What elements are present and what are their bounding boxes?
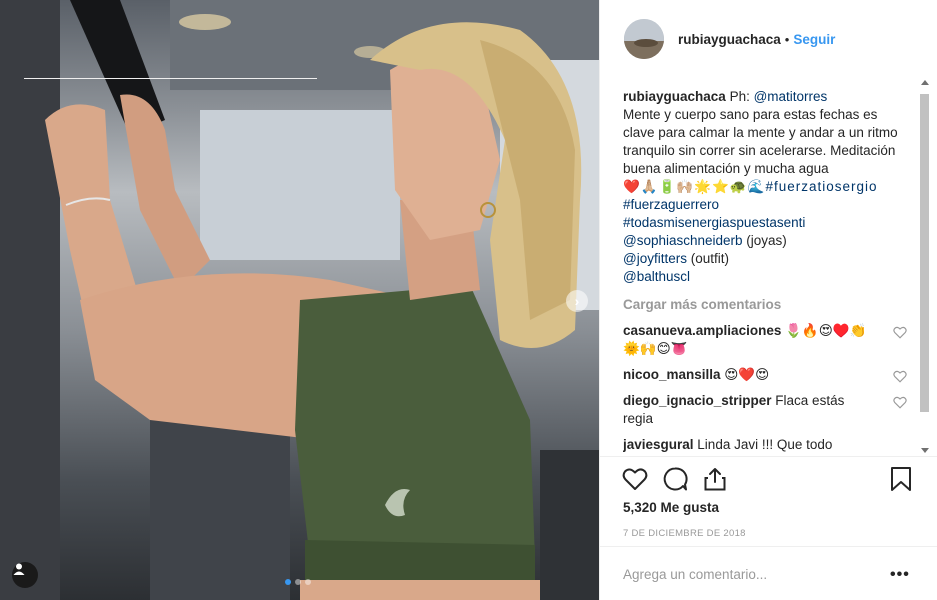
carousel-indicator	[285, 579, 311, 585]
caption-body: Mente y cuerpo sano para estas fechas es…	[623, 107, 898, 176]
header-separator: •	[784, 31, 790, 47]
hashtag-link[interactable]: #fuerzatiosergio	[765, 179, 877, 194]
comment-item: javiesgural Linda Javi !!! Que todo	[623, 436, 911, 454]
credit-line: @balthuscl	[623, 268, 911, 286]
comments-scrollbar[interactable]	[918, 80, 932, 456]
mention-link[interactable]: @balthuscl	[623, 269, 690, 284]
comment-username[interactable]: diego_ignacio_stripper	[623, 393, 772, 408]
user-icon	[13, 563, 25, 575]
heart-outline-icon[interactable]	[893, 326, 907, 339]
add-comment-input[interactable]	[623, 563, 863, 585]
mention-link[interactable]: @sophiaschneiderb	[623, 233, 743, 248]
credit-note: (joyas)	[742, 233, 787, 248]
heart-icon[interactable]	[622, 466, 648, 492]
caption-username[interactable]: rubiayguachaca	[623, 89, 726, 104]
scroll-down-arrow[interactable]	[921, 448, 929, 453]
load-more-comments-button[interactable]: Cargar más comentarios	[623, 296, 911, 314]
scroll-up-arrow[interactable]	[921, 80, 929, 85]
heart-outline-icon[interactable]	[893, 396, 907, 409]
comment-text: 😍❤️😍	[720, 367, 770, 382]
post-date: 7 DE DICIEMBRE DE 2018	[623, 528, 746, 539]
avatar[interactable]	[624, 19, 664, 59]
add-comment-divider	[599, 546, 937, 547]
caption-emojis: ❤️🙏🏼🔋🙌🏼🌟⭐️🐢🌊#fuerzatiosergio	[623, 178, 911, 196]
tagged-users-button[interactable]	[12, 562, 38, 588]
comment-item: diego_ignacio_stripper Flaca estás regia	[623, 392, 911, 428]
comment-icon[interactable]	[662, 466, 688, 492]
header-username[interactable]: rubiayguachaca	[678, 32, 781, 47]
credit-line: @sophiaschneiderb (joyas)	[623, 232, 911, 250]
next-photo-button[interactable]: ›	[566, 290, 588, 312]
comments-list[interactable]: rubiayguachaca Ph: @matitorres Mente y c…	[623, 88, 911, 460]
comment-text: Linda Javi !!! Que todo	[693, 437, 833, 452]
caption-mention[interactable]: @matitorres	[754, 89, 828, 104]
caption-prefix: Ph:	[729, 89, 754, 104]
scroll-thumb[interactable]	[920, 94, 929, 412]
hashtag-link[interactable]: #fuerzaguerrero	[623, 196, 911, 214]
comment-item: casanueva.ampliaciones 🌷🔥😍♥️👏🌞🙌😊👅	[623, 322, 911, 358]
credit-note: (outfit)	[686, 251, 729, 266]
more-options-button[interactable]: •••	[890, 566, 910, 584]
carousel-dot	[295, 579, 301, 585]
comment-item: nicoo_mansilla 😍❤️😍	[623, 366, 911, 384]
actions-divider	[599, 456, 937, 457]
post-actions	[622, 466, 922, 496]
credit-line: @joyfitters (outfit)	[623, 250, 911, 268]
follow-button[interactable]: Seguir	[793, 32, 835, 47]
share-icon[interactable]	[702, 466, 728, 492]
caption-emoji-text: ❤️🙏🏼🔋🙌🏼🌟⭐️🐢🌊	[623, 179, 766, 194]
post-header: rubiayguachaca • Seguir	[600, 0, 937, 78]
avatar-image	[624, 19, 664, 59]
comment-username[interactable]: casanueva.ampliaciones	[623, 323, 781, 338]
mention-link[interactable]: @joyfitters	[623, 251, 687, 266]
comment-username[interactable]: javiesgural	[623, 437, 694, 452]
hashtag-link[interactable]: #todasmisenergiaspuestasenti	[623, 214, 911, 232]
carousel-dot	[285, 579, 291, 585]
comment-username[interactable]: nicoo_mansilla	[623, 367, 721, 382]
likes-count[interactable]: 5,320 Me gusta	[623, 500, 719, 515]
carousel-dot	[305, 579, 311, 585]
photo-illustration	[0, 0, 599, 600]
heart-outline-icon[interactable]	[893, 370, 907, 383]
post-photo: ›	[0, 0, 599, 600]
header-divider	[24, 78, 317, 79]
caption: rubiayguachaca Ph: @matitorres Mente y c…	[623, 88, 911, 286]
bookmark-icon[interactable]	[888, 466, 914, 492]
